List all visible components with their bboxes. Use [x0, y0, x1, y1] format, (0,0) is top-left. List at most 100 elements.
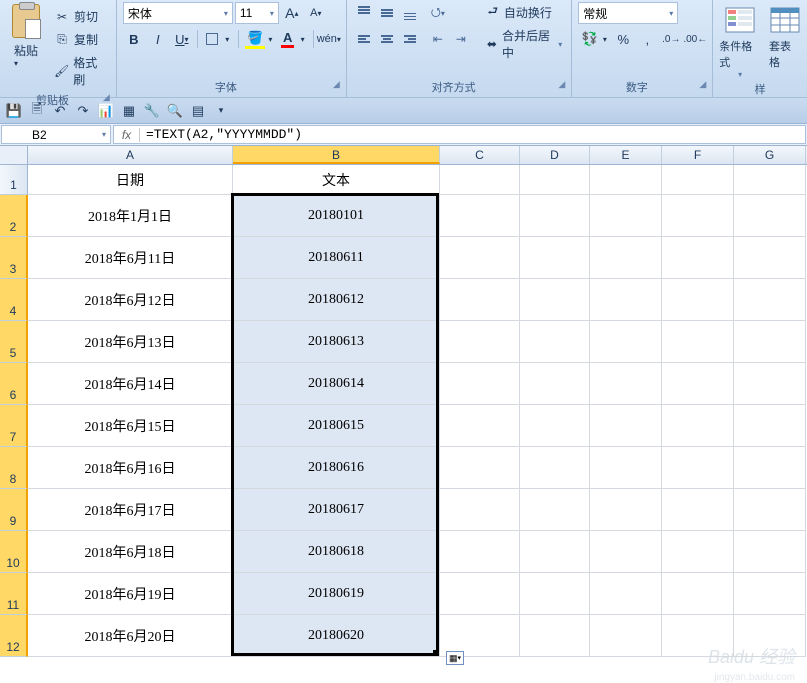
align-right-button[interactable]	[399, 28, 421, 50]
qat-button[interactable]: 🗎	[27, 101, 47, 121]
decrease-indent-button[interactable]: ⇤	[427, 28, 449, 50]
formula-input[interactable]	[140, 127, 805, 142]
cell[interactable]	[520, 405, 590, 447]
fill-color-button[interactable]: 🪣 ▾	[243, 28, 275, 50]
spreadsheet-grid[interactable]: 123456789101112 日期文本2018年1月1日20180101201…	[0, 165, 807, 657]
cell[interactable]: 20180617	[233, 489, 440, 531]
bold-button[interactable]: B	[123, 28, 145, 50]
cell[interactable]	[734, 237, 806, 279]
cell[interactable]	[662, 447, 734, 489]
cell[interactable]	[590, 615, 662, 657]
row-header[interactable]: 1	[0, 165, 28, 195]
cell[interactable]: 20180611	[233, 237, 440, 279]
cell[interactable]: 20180613	[233, 321, 440, 363]
cell[interactable]: 2018年6月17日	[28, 489, 233, 531]
cell[interactable]	[440, 279, 520, 321]
cell[interactable]	[662, 363, 734, 405]
underline-button[interactable]: U▾	[171, 28, 193, 50]
font-size-combo[interactable]: 11 ▾	[235, 2, 279, 24]
cell[interactable]	[440, 165, 520, 195]
italic-button[interactable]: I	[147, 28, 169, 50]
percent-button[interactable]: %	[612, 28, 634, 50]
cell[interactable]: 20180619	[233, 573, 440, 615]
cell[interactable]	[662, 573, 734, 615]
fx-button[interactable]: fx	[114, 128, 140, 142]
cell[interactable]	[662, 165, 734, 195]
cell[interactable]	[520, 237, 590, 279]
phonetic-button[interactable]: wén▾	[318, 28, 340, 50]
qat-button[interactable]: 📊	[96, 101, 116, 121]
qat-button[interactable]: 🔧	[142, 101, 162, 121]
cell[interactable]	[440, 489, 520, 531]
redo-button[interactable]: ↷	[73, 101, 93, 121]
cell[interactable]	[590, 531, 662, 573]
cell[interactable]: 日期	[28, 165, 233, 195]
align-left-button[interactable]	[353, 28, 375, 50]
cell[interactable]	[590, 279, 662, 321]
cell[interactable]	[734, 195, 806, 237]
cell[interactable]: 2018年6月19日	[28, 573, 233, 615]
cell[interactable]	[590, 321, 662, 363]
cell[interactable]	[662, 489, 734, 531]
comma-button[interactable]: ,	[636, 28, 658, 50]
decrease-decimal-button[interactable]: .00←	[684, 28, 706, 50]
qat-dropdown[interactable]: ▾	[211, 101, 231, 121]
dialog-launcher-icon[interactable]: ◢	[333, 79, 340, 90]
column-header-E[interactable]: E	[590, 146, 662, 164]
increase-indent-button[interactable]: ⇥	[450, 28, 472, 50]
cell[interactable]	[520, 165, 590, 195]
cell[interactable]	[440, 237, 520, 279]
cell[interactable]: 20180101	[233, 195, 440, 237]
decrease-font-button[interactable]: A▾	[305, 2, 327, 24]
increase-decimal-button[interactable]: .0→	[660, 28, 682, 50]
copy-button[interactable]: ⎘ 复制	[50, 29, 110, 50]
cell[interactable]	[520, 195, 590, 237]
cell[interactable]	[590, 165, 662, 195]
row-header[interactable]: 4	[0, 279, 28, 321]
cell[interactable]: 2018年6月20日	[28, 615, 233, 657]
cell[interactable]	[734, 531, 806, 573]
qat-button[interactable]: ▤	[188, 101, 208, 121]
select-all-corner[interactable]	[0, 146, 28, 164]
cell[interactable]: 20180615	[233, 405, 440, 447]
cell[interactable]	[520, 615, 590, 657]
cell[interactable]: 2018年6月13日	[28, 321, 233, 363]
cell[interactable]	[734, 405, 806, 447]
cell[interactable]	[590, 237, 662, 279]
row-header[interactable]: 9	[0, 489, 28, 531]
cell[interactable]	[662, 279, 734, 321]
undo-button[interactable]: ↶	[50, 101, 70, 121]
cell[interactable]	[590, 447, 662, 489]
column-header-G[interactable]: G	[734, 146, 806, 164]
accounting-format-button[interactable]: 💱▾	[578, 28, 610, 50]
number-format-combo[interactable]: 常规 ▾	[578, 2, 678, 24]
cell[interactable]	[440, 447, 520, 489]
qat-button[interactable]: 🔍	[165, 101, 185, 121]
column-header-B[interactable]: B	[233, 146, 440, 164]
cell[interactable]	[440, 195, 520, 237]
cell[interactable]	[520, 531, 590, 573]
cell[interactable]	[440, 615, 520, 657]
dialog-launcher-icon[interactable]: ◢	[558, 79, 565, 90]
conditional-format-button[interactable]: 条件格式 ▾	[719, 4, 761, 79]
cell[interactable]: 2018年6月18日	[28, 531, 233, 573]
cell[interactable]	[734, 573, 806, 615]
cell[interactable]	[520, 489, 590, 531]
name-box[interactable]: B2 ▾	[1, 125, 111, 144]
cell[interactable]	[734, 363, 806, 405]
cell[interactable]	[734, 165, 806, 195]
cut-button[interactable]: ✂ 剪切	[50, 6, 110, 27]
font-color-button[interactable]: A ▾	[277, 28, 309, 50]
cell[interactable]	[520, 363, 590, 405]
cell[interactable]: 20180616	[233, 447, 440, 489]
format-painter-button[interactable]: 🖌 格式刷	[50, 52, 110, 90]
cell[interactable]	[590, 363, 662, 405]
cell[interactable]: 2018年1月1日	[28, 195, 233, 237]
cell[interactable]	[440, 573, 520, 615]
row-header[interactable]: 10	[0, 531, 28, 573]
cells-area[interactable]: 日期文本2018年1月1日201801012018年6月11日201806112…	[28, 165, 806, 657]
row-header[interactable]: 2	[0, 195, 28, 237]
cell[interactable]: 2018年6月12日	[28, 279, 233, 321]
border-button[interactable]: ▾	[202, 28, 234, 50]
column-header-A[interactable]: A	[28, 146, 233, 164]
